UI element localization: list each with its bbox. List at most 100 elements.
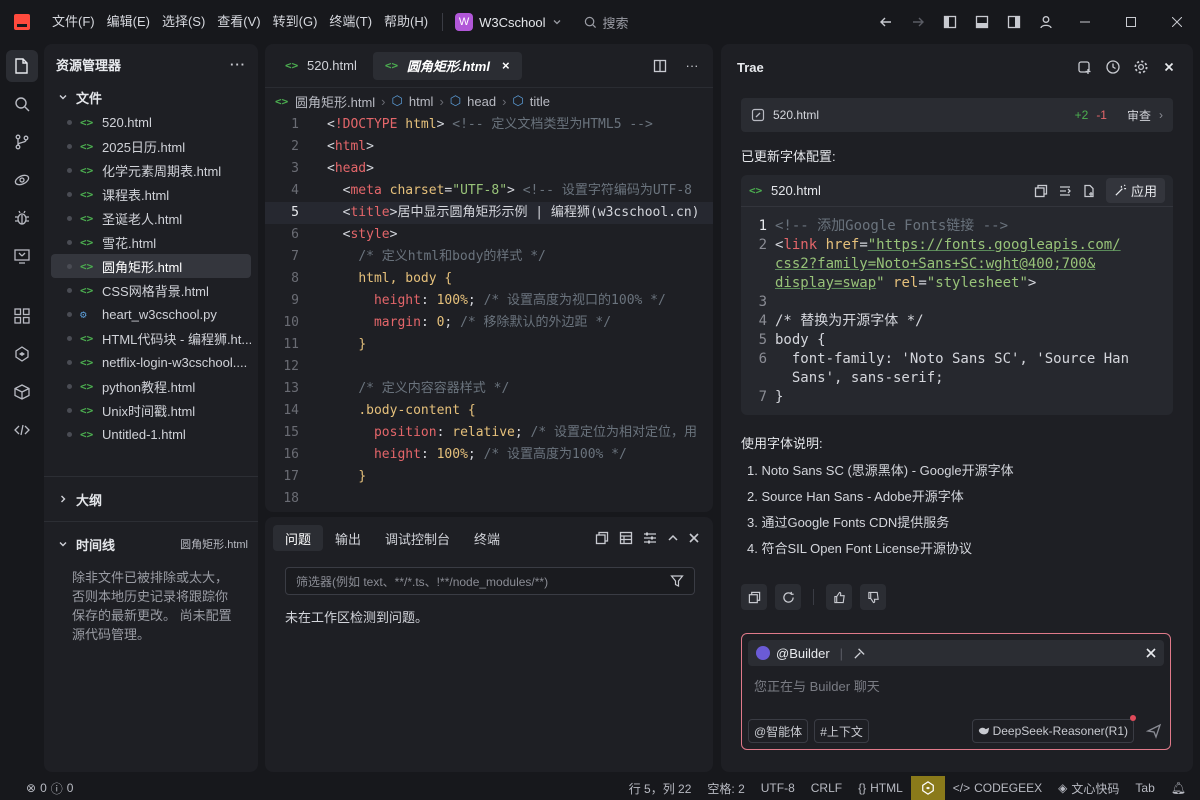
forward-arrow-icon[interactable] [902, 0, 934, 44]
workspace-switcher[interactable]: W W3Cschool [455, 13, 561, 31]
file-item[interactable]: <> python教程.html [51, 374, 251, 398]
apply-button[interactable]: 应用 [1105, 178, 1165, 203]
close-tab-icon[interactable]: × [502, 58, 510, 73]
thumbs-down-icon[interactable] [860, 584, 886, 610]
tab-debug-console[interactable]: 调试控制台 [373, 525, 462, 551]
file-item[interactable]: <> Unix时间戳.html [51, 398, 251, 422]
model-selector[interactable]: DeepSeek-Reasoner(R1) [971, 715, 1136, 743]
close-icon[interactable] [1161, 59, 1177, 75]
account-icon[interactable] [1030, 0, 1062, 44]
codegeex-status[interactable]: </> CODEGEEX [945, 781, 1050, 795]
send-icon[interactable] [1146, 723, 1162, 739]
cursor-position[interactable]: 行 5，列 22 [621, 780, 700, 797]
tab-terminal[interactable]: 终端 [462, 525, 512, 551]
menu-help[interactable]: 帮助(H) [378, 0, 434, 44]
copy-icon[interactable] [1034, 184, 1048, 198]
search-view-icon[interactable] [6, 88, 38, 120]
source-control-icon[interactable] [6, 126, 38, 158]
regenerate-icon[interactable] [775, 584, 801, 610]
ai-assistant-icon[interactable] [6, 338, 38, 370]
gear-icon[interactable] [1133, 59, 1149, 75]
code-editor[interactable]: 1 <!DOCTYPE html> <!-- 定义文档类型为HTML5 --> 2… [265, 114, 713, 510]
file-item[interactable]: <> 圣诞老人.html [51, 206, 251, 230]
maximize-button[interactable] [1108, 0, 1154, 44]
insert-icon[interactable] [1058, 184, 1072, 198]
file-item[interactable]: <> CSS网格背景.html [51, 278, 251, 302]
extensions-icon[interactable] [6, 300, 38, 332]
agent-chip[interactable]: @Builder | [748, 640, 1164, 666]
new-chat-icon[interactable] [1077, 59, 1093, 75]
file-item[interactable]: <> 课程表.html [51, 182, 251, 206]
filter-settings-icon[interactable] [643, 531, 657, 545]
more-actions-icon[interactable]: ··· [679, 52, 705, 80]
file-item[interactable]: <> 雪花.html [51, 230, 251, 254]
history-icon[interactable] [1105, 59, 1121, 75]
breadcrumb-title[interactable]: title [530, 94, 550, 109]
problems-filter-input[interactable]: 筛选器(例如 text、**/*.ts、!**/node_modules/**) [285, 567, 695, 595]
back-arrow-icon[interactable] [870, 0, 902, 44]
file-change-summary[interactable]: 520.html +2 -1 审查 › [741, 98, 1173, 132]
tab-520-html[interactable]: <> 520.html [273, 52, 369, 80]
timeline-section-header[interactable]: 时间线 圆角矩形.html [44, 530, 258, 558]
filter-icon[interactable] [670, 574, 684, 588]
more-actions-icon[interactable]: ··· [230, 57, 246, 72]
menu-go[interactable]: 转到(G) [267, 0, 324, 44]
wenxin-status[interactable]: ◈ 文心快码 [1050, 780, 1127, 797]
file-item[interactable]: <> 520.html [51, 110, 251, 134]
chat-input-box[interactable]: @Builder | 您正在与 Builder 聊天 @智能体 #上下文 Dee… [741, 633, 1171, 750]
problems-status[interactable]: ⊗ 0 ⓘ 0 [0, 780, 73, 797]
minimize-button[interactable] [1062, 0, 1108, 44]
close-window-button[interactable] [1154, 0, 1200, 44]
menu-view[interactable]: 查看(V) [211, 0, 266, 44]
trae-status-icon[interactable] [910, 776, 945, 800]
tab-output[interactable]: 输出 [323, 525, 373, 551]
indentation[interactable]: 空格: 2 [699, 780, 752, 797]
menu-edit[interactable]: 编辑(E) [101, 0, 156, 44]
toggle-sidebar-icon[interactable] [934, 0, 966, 44]
agent-button[interactable]: @智能体 [748, 719, 809, 743]
bug-icon[interactable] [6, 202, 38, 234]
context-button[interactable]: #上下文 [814, 719, 869, 743]
language-mode[interactable]: {} HTML [850, 781, 911, 795]
explorer-icon[interactable] [6, 50, 38, 82]
thumbs-up-icon[interactable] [826, 584, 852, 610]
file-item[interactable]: ⚙ heart_w3cschool.py [51, 302, 251, 326]
copy-icon[interactable] [741, 584, 767, 610]
breadcrumb-head[interactable]: head [467, 94, 496, 109]
file-item[interactable]: <> Untitled-1.html [51, 422, 251, 446]
tab-status[interactable]: Tab [1127, 781, 1162, 795]
toggle-secondary-sidebar-icon[interactable] [998, 0, 1030, 44]
notifications-icon[interactable]: 🔔︎ [1163, 781, 1200, 795]
tab-rounded-rect-html[interactable]: <> 圆角矩形.html × [372, 51, 522, 80]
file-item[interactable]: <> netflix-login-w3cschool.... [51, 350, 251, 374]
hammer-icon[interactable] [853, 647, 866, 660]
menu-file[interactable]: 文件(F) [46, 0, 101, 44]
run-debug-icon[interactable] [6, 164, 38, 196]
review-button[interactable]: 审查 [1127, 107, 1151, 124]
file-item[interactable]: <> 圆角矩形.html [51, 254, 251, 278]
outline-section-header[interactable]: 大纲 [44, 485, 258, 513]
package-icon[interactable] [6, 376, 38, 408]
line-ending[interactable]: CRLF [803, 781, 850, 795]
encoding[interactable]: UTF-8 [753, 781, 803, 795]
copy-icon[interactable] [595, 531, 609, 545]
files-section-header[interactable]: 文件 [44, 84, 258, 110]
close-icon[interactable] [1146, 648, 1156, 658]
code-icon[interactable] [6, 414, 38, 446]
breadcrumb-file[interactable]: 圆角矩形.html [295, 92, 375, 111]
remote-explorer-icon[interactable] [6, 240, 38, 272]
toggle-panel-icon[interactable] [966, 0, 998, 44]
tab-problems[interactable]: 问题 [273, 525, 324, 551]
file-item[interactable]: <> HTML代码块 - 编程狮.ht... [51, 326, 251, 350]
split-editor-icon[interactable] [647, 52, 673, 80]
new-file-icon[interactable] [1082, 184, 1096, 198]
file-item[interactable]: <> 化学元素周期表.html [51, 158, 251, 182]
file-item[interactable]: <> 2025日历.html [51, 134, 251, 158]
close-icon[interactable] [689, 533, 699, 543]
menu-terminal[interactable]: 终端(T) [323, 0, 378, 44]
breadcrumb-html[interactable]: html [409, 94, 434, 109]
chevron-up-icon[interactable] [667, 532, 679, 544]
table-view-icon[interactable] [619, 531, 633, 545]
menu-selection[interactable]: 选择(S) [156, 0, 211, 44]
search-box[interactable]: 搜索 [584, 13, 629, 32]
